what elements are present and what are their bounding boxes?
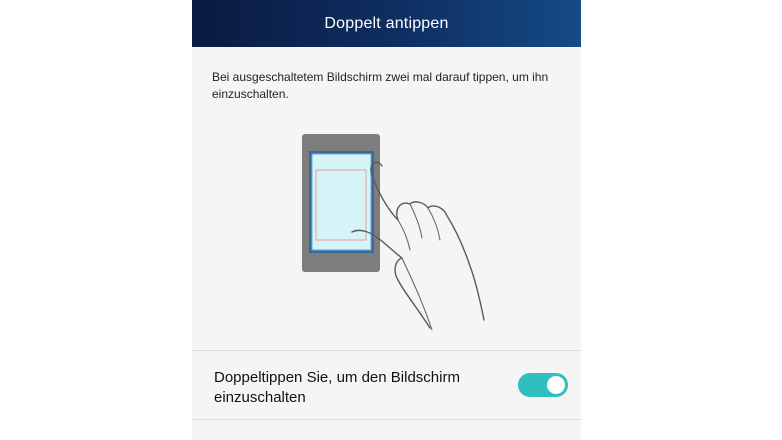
setting-label: Doppeltippen Sie, um den Bildschirm einz… xyxy=(214,369,460,406)
page-title: Doppelt antippen xyxy=(324,14,449,32)
app-window: Doppelt antippen Bei ausgeschaltetem Bil… xyxy=(0,0,782,440)
hand-finger-lines xyxy=(397,203,441,251)
double-tap-toggle[interactable] xyxy=(518,373,568,397)
phone-display xyxy=(311,153,372,251)
toggle-knob xyxy=(547,376,565,394)
double-tap-setting-row[interactable]: Doppeltippen Sie, um den Bildschirm einz… xyxy=(192,351,581,419)
double-tap-phone-hand-icon xyxy=(302,134,485,331)
settings-screen: Doppelt antippen Bei ausgeschaltetem Bil… xyxy=(192,0,581,440)
title-bar: Doppelt antippen xyxy=(192,0,581,47)
description-text: Bei ausgeschaltetem Bildschirm zwei mal … xyxy=(212,70,549,101)
double-tap-illustration xyxy=(300,130,520,335)
divider-bottom xyxy=(192,419,581,420)
hand-outline xyxy=(370,161,485,321)
